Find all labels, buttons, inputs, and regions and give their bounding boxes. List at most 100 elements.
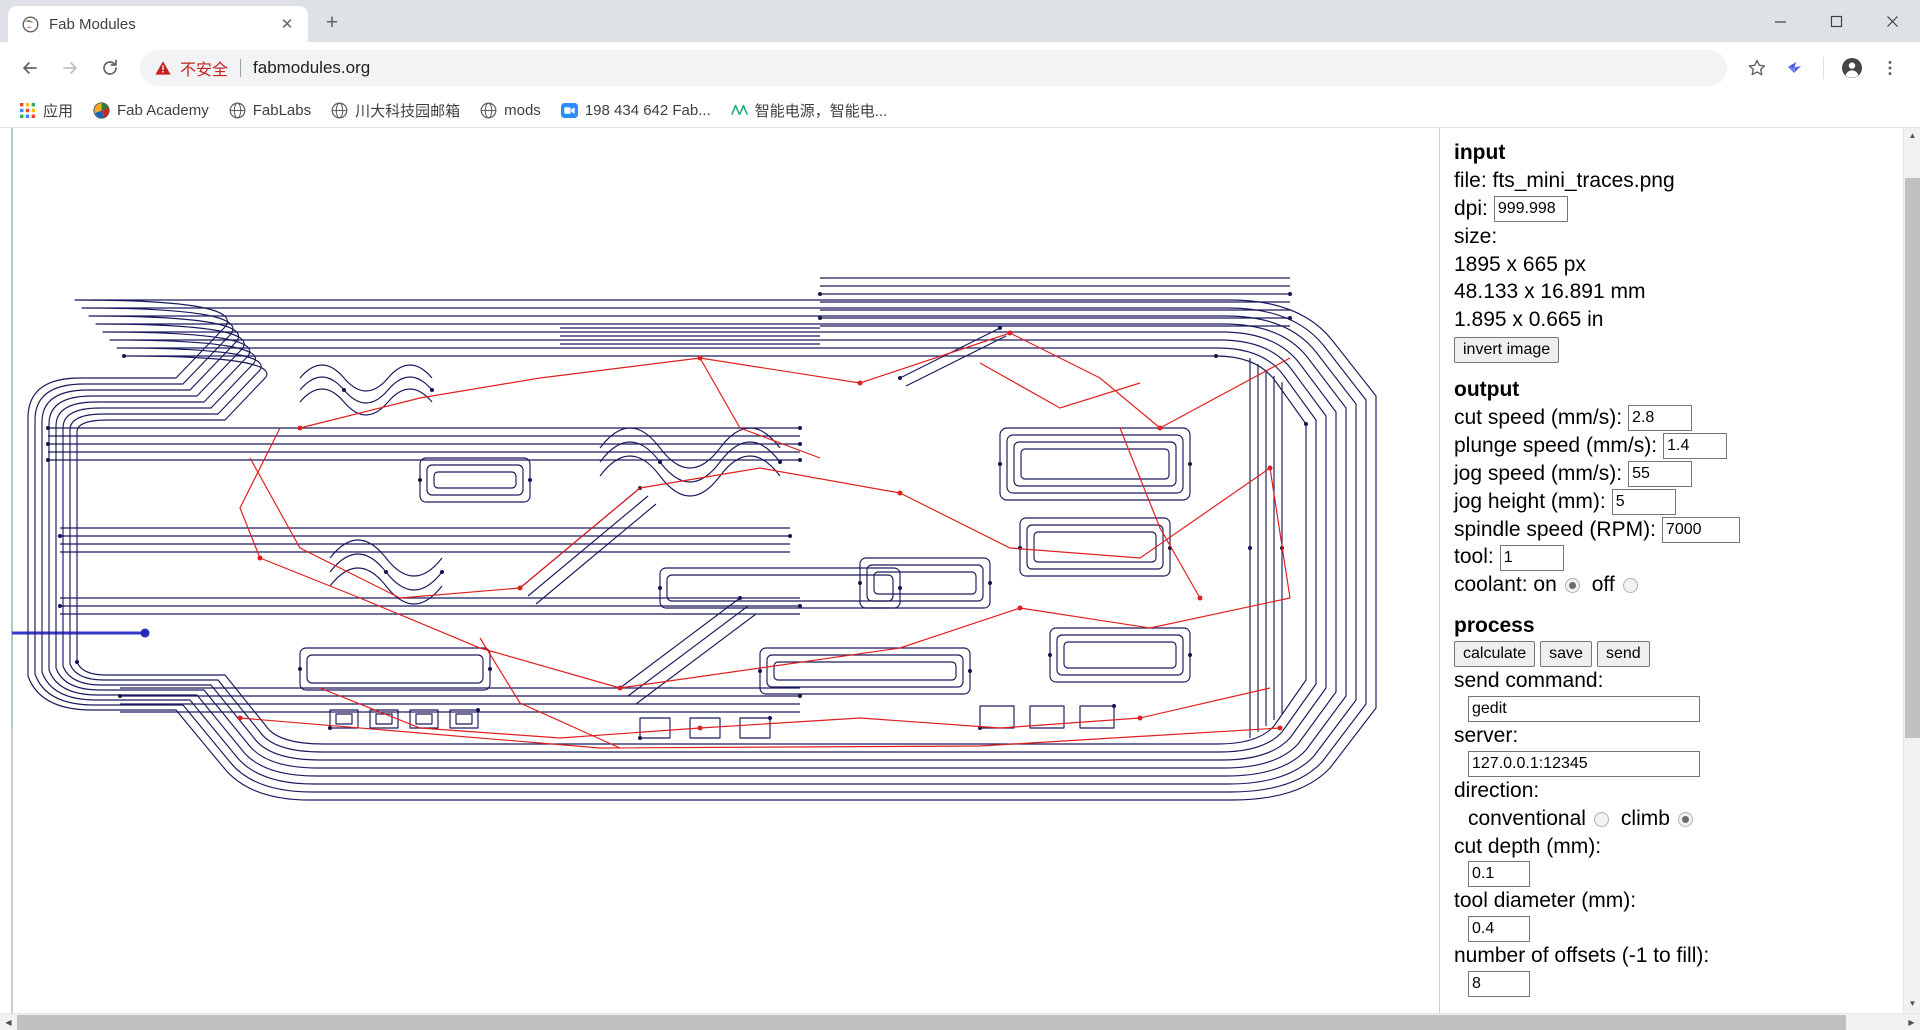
bookmark-apps[interactable]: 应用 xyxy=(10,96,82,125)
coolant-row: coolant: on off xyxy=(1454,572,1920,599)
toolbar-divider xyxy=(1823,57,1824,79)
bookmark-label: 智能电源，智能电... xyxy=(754,103,888,120)
coolant-off-radio[interactable] xyxy=(1622,578,1638,594)
spindle-speed-input[interactable] xyxy=(1661,516,1740,543)
new-tab-button[interactable]: + xyxy=(316,7,348,39)
bookmark-mods[interactable]: mods xyxy=(471,98,550,123)
bookmark-fablabs[interactable]: FabLabs xyxy=(220,98,320,123)
security-status-label: 不安全 xyxy=(180,62,229,79)
direction-row: conventional climb xyxy=(1454,806,1920,833)
scroll-down-arrow-icon[interactable]: ▼ xyxy=(1904,996,1920,1013)
bookmark-label: 应用 xyxy=(43,103,74,120)
bookmark-label: 198 434 642 Fab... xyxy=(584,102,711,119)
globe-icon xyxy=(331,102,348,119)
spindle-speed-row: spindle speed (RPM): xyxy=(1454,516,1920,544)
conventional-radio[interactable] xyxy=(1593,811,1609,827)
profile-avatar-icon[interactable] xyxy=(1834,50,1870,86)
waveform-icon xyxy=(731,102,748,119)
apps-grid-icon xyxy=(19,102,36,119)
bookmark-zoom-meeting[interactable]: 198 434 642 Fab... xyxy=(552,98,720,123)
close-icon[interactable] xyxy=(1864,0,1920,42)
offsets-label: number of offsets (-1 to fill): xyxy=(1454,944,1710,968)
plunge-speed-row: plunge speed (mm/s): xyxy=(1454,433,1920,460)
close-icon[interactable]: ✕ xyxy=(276,13,298,35)
bookmark-fab-academy[interactable]: Fab Academy xyxy=(84,98,218,123)
direction-label: direction: xyxy=(1454,778,1540,802)
process-heading: process xyxy=(1454,614,1535,638)
window-controls xyxy=(1752,0,1920,42)
climb-label: climb xyxy=(1620,806,1670,830)
globe-icon xyxy=(22,15,39,33)
scrollbar-thumb[interactable] xyxy=(17,1014,1847,1030)
offsets-input[interactable] xyxy=(1468,971,1530,998)
globe-icon xyxy=(480,102,497,119)
panel-vertical-scrollbar[interactable]: ▲ ▼ xyxy=(1903,128,1920,1013)
invert-image-button[interactable]: invert image xyxy=(1454,337,1560,364)
toolpath-canvas[interactable] xyxy=(0,128,1440,1013)
warning-triangle-icon xyxy=(154,59,172,77)
plunge-speed-label: plunge speed (mm/s): xyxy=(1454,433,1658,457)
bookmark-label: mods xyxy=(504,102,541,119)
jog-speed-label: jog speed (mm/s): xyxy=(1454,461,1623,485)
file-row: file: fts_mini_traces.png xyxy=(1454,168,1920,195)
send-command-input[interactable] xyxy=(1468,695,1700,722)
output-heading: output xyxy=(1454,378,1520,402)
url-text: fabmodules.org xyxy=(253,58,371,77)
cut-speed-row: cut speed (mm/s): xyxy=(1454,405,1920,432)
tool-label: tool: xyxy=(1454,545,1494,569)
tool-diameter-input[interactable] xyxy=(1468,916,1530,943)
bookmarks-bar: 应用 Fab Academy FabLabs 川大科技园邮箱 mods 198 … xyxy=(0,94,1920,128)
tool-input[interactable] xyxy=(1499,544,1564,571)
jog-speed-input[interactable] xyxy=(1628,461,1693,488)
send-button[interactable]: send xyxy=(1596,641,1650,667)
server-input[interactable] xyxy=(1468,750,1700,777)
cut-speed-label: cut speed (mm/s): xyxy=(1454,406,1623,429)
menu-icon[interactable] xyxy=(1872,50,1908,86)
dpi-row: dpi: xyxy=(1454,196,1920,223)
coolant-on-radio[interactable] xyxy=(1564,578,1580,594)
reload-icon[interactable] xyxy=(92,50,128,86)
bookmark-label: 川大科技园邮箱 xyxy=(355,103,461,120)
coolant-label: coolant: on xyxy=(1454,573,1557,597)
plunge-speed-input[interactable] xyxy=(1663,433,1728,460)
scroll-up-arrow-icon[interactable]: ▲ xyxy=(1904,128,1920,145)
scroll-left-arrow-icon[interactable]: ◀ xyxy=(0,1014,17,1030)
size-in: 1.895 x 0.665 in xyxy=(1454,308,1604,332)
extension-bird-icon[interactable] xyxy=(1777,50,1813,86)
input-heading: input xyxy=(1454,141,1506,164)
scroll-right-arrow-icon[interactable]: ▶ xyxy=(1903,1014,1920,1030)
address-bar[interactable]: 不安全 fabmodules.org xyxy=(140,50,1727,86)
page-horizontal-scrollbar[interactable]: ◀ ▶ xyxy=(0,1013,1920,1030)
forward-icon[interactable] xyxy=(52,50,88,86)
jog-height-row: jog height (mm): xyxy=(1454,489,1920,516)
jog-height-label: jog height (mm): xyxy=(1454,489,1606,513)
back-icon[interactable] xyxy=(12,50,48,86)
send-command-label: send command: xyxy=(1454,669,1604,692)
size-label: size: xyxy=(1454,224,1498,248)
climb-radio[interactable] xyxy=(1677,811,1693,827)
jog-height-input[interactable] xyxy=(1611,489,1676,516)
scrollbar-track[interactable] xyxy=(17,1014,1903,1030)
cut-depth-input[interactable] xyxy=(1468,861,1530,888)
browser-tab[interactable]: Fab Modules ✕ xyxy=(8,6,308,42)
bookmark-smart-power[interactable]: 智能电源，智能电... xyxy=(722,96,897,125)
size-px: 1895 x 665 px xyxy=(1454,252,1586,276)
process-buttons: calculate save send xyxy=(1454,641,1920,667)
scrollbar-thumb[interactable] xyxy=(1905,178,1920,738)
tab-title: Fab Modules xyxy=(49,15,136,33)
omnibox-divider xyxy=(240,59,242,77)
globe-icon xyxy=(229,102,246,119)
save-button[interactable]: save xyxy=(1540,641,1592,667)
fab-academy-icon xyxy=(93,102,110,119)
minimize-icon[interactable] xyxy=(1752,0,1808,42)
calculate-button[interactable]: calculate xyxy=(1454,641,1536,667)
dpi-label: dpi: xyxy=(1454,196,1488,220)
tool-diameter-label: tool diameter (mm): xyxy=(1454,889,1637,913)
bookmark-label: Fab Academy xyxy=(117,102,209,119)
dpi-input[interactable] xyxy=(1493,196,1568,223)
bookmark-star-icon[interactable] xyxy=(1739,50,1775,86)
maximize-icon[interactable] xyxy=(1808,0,1864,42)
toolbar-actions xyxy=(1739,50,1908,86)
bookmark-scu-mail[interactable]: 川大科技园邮箱 xyxy=(322,96,469,125)
cut-speed-input[interactable] xyxy=(1628,405,1693,432)
